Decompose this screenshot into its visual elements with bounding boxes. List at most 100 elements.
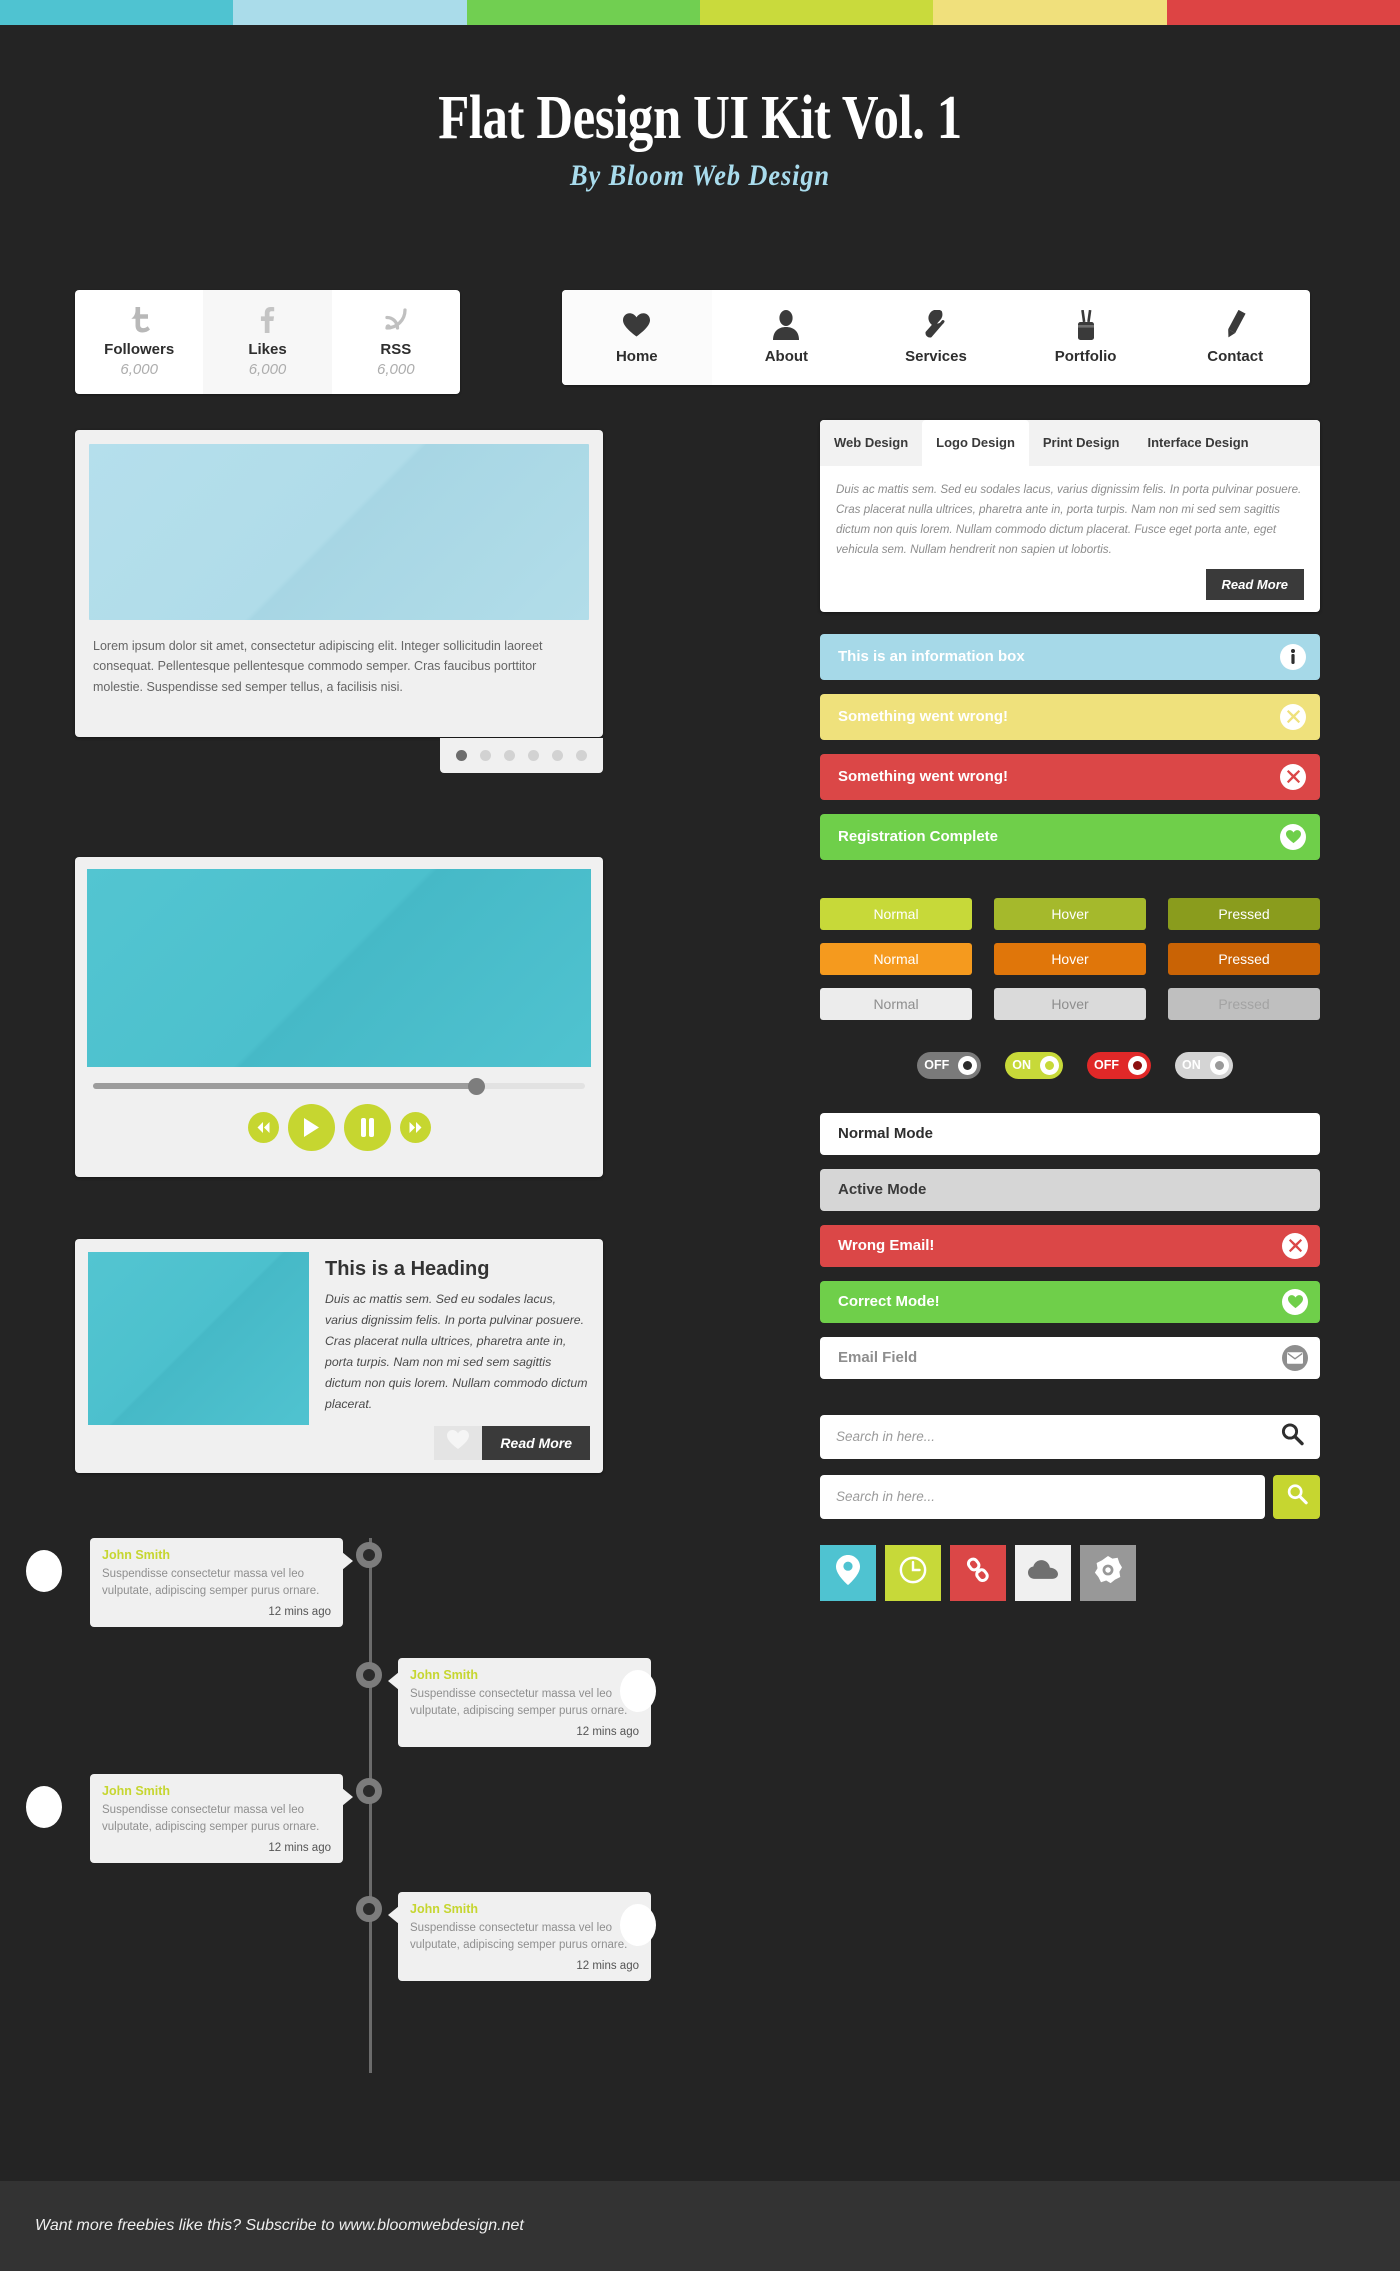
icon-tile-link[interactable]: [950, 1544, 1006, 1601]
timeline-node[interactable]: [356, 1896, 382, 1922]
toggle-label: ON: [1012, 1058, 1031, 1073]
ui-button-normal[interactable]: Normal: [820, 897, 972, 930]
alert-text: Registration Complete: [838, 828, 999, 846]
rewind-icon[interactable]: [247, 1111, 279, 1143]
search-button[interactable]: [1273, 1474, 1320, 1519]
search-icon: [1286, 1483, 1308, 1510]
form-field-normal-mode[interactable]: Normal Mode: [820, 1112, 1320, 1155]
timeline-node[interactable]: [356, 1542, 382, 1568]
form-field-active-mode[interactable]: Active Mode: [820, 1168, 1320, 1211]
carousel-dot-0[interactable]: [456, 749, 467, 761]
ui-button-pressed[interactable]: Pressed: [1168, 987, 1320, 1020]
video-progress-knob[interactable]: [467, 1077, 485, 1095]
carousel-dot-2[interactable]: [504, 749, 515, 761]
like-button[interactable]: [434, 1425, 483, 1460]
icon-tile-gear[interactable]: [1080, 1544, 1136, 1601]
timeline-timestamp: 12 mins ago: [576, 1726, 639, 1739]
carousel-dot-3[interactable]: [528, 749, 539, 761]
timeline-bubble-tail: [388, 1906, 399, 1924]
timeline-bubble-tail: [388, 1672, 399, 1690]
play-icon[interactable]: [287, 1103, 335, 1151]
pause-icon[interactable]: [343, 1103, 391, 1151]
info-icon[interactable]: [1280, 643, 1306, 670]
form-field-email-field[interactable]: Email Field: [820, 1336, 1320, 1379]
toggle-switch-off[interactable]: OFF: [917, 1051, 982, 1079]
cloud-icon: [1028, 1560, 1058, 1585]
page-header: Flat Design UI Kit Vol. 1 By Bloom Web D…: [0, 25, 1400, 193]
x-icon[interactable]: [1280, 703, 1306, 730]
ui-button-hover[interactable]: Hover: [994, 897, 1146, 930]
timeline-timestamp: 12 mins ago: [576, 1960, 639, 1973]
video-controls[interactable]: [87, 1089, 591, 1165]
tabs-row[interactable]: Web Design Logo Design Print Design Interfa…: [820, 420, 1320, 466]
icon-tile-cloud[interactable]: [1015, 1544, 1071, 1601]
icon-tiles[interactable]: [820, 1544, 1320, 1601]
map-pin-icon: [836, 1555, 860, 1590]
timeline-text: Suspendisse consectetur massa vel leo vu…: [410, 1688, 628, 1717]
search-placeholder-2: Search in here...: [836, 1489, 936, 1505]
envelope-icon[interactable]: [1282, 1344, 1308, 1371]
footer: Want more freebies like this? Subscribe …: [0, 2181, 1400, 2271]
media-read-more-button[interactable]: Read More: [482, 1425, 590, 1460]
alert-box: This is an information box: [820, 633, 1320, 680]
avatar: [620, 1904, 656, 1946]
top-color-swatch-4: [933, 0, 1167, 25]
tab-web-design[interactable]: Web Design: [820, 420, 922, 466]
footer-text: Want more freebies like this? Subscribe …: [35, 2217, 524, 2234]
toggle-label: OFF: [1094, 1058, 1119, 1073]
tabs-panel: Web Design Logo Design Print Design Interfa…: [820, 420, 1320, 612]
avatar: [620, 1670, 656, 1712]
carousel-dot-5[interactable]: [576, 749, 587, 761]
search-input-inline[interactable]: Search in here...: [820, 1414, 1320, 1459]
toggle-knob[interactable]: [1209, 1055, 1229, 1075]
heart-icon[interactable]: [1282, 1288, 1308, 1315]
x-icon[interactable]: [1282, 1232, 1308, 1259]
toggle-knob[interactable]: [958, 1055, 978, 1075]
toggle-switch-off[interactable]: OFF: [1087, 1051, 1151, 1079]
timeline-author: John Smith: [410, 1668, 479, 1682]
timeline-node[interactable]: [356, 1778, 382, 1804]
ui-button-pressed[interactable]: Pressed: [1168, 942, 1320, 975]
gear-icon: [1094, 1556, 1122, 1589]
ui-button-normal[interactable]: Normal: [820, 942, 972, 975]
search-fields[interactable]: Search in here... Search in here...: [820, 1414, 1320, 1519]
button-states-grid[interactable]: Normal Hover Pressed Normal Hover Pressed Norm…: [820, 897, 1320, 1020]
fast-forward-icon[interactable]: [399, 1111, 431, 1143]
toggle-switch-on[interactable]: ON: [1005, 1051, 1063, 1079]
alert-text: Something went wrong!: [838, 708, 1008, 726]
carousel-dot-1[interactable]: [480, 749, 491, 761]
carousel-dots[interactable]: [440, 737, 603, 773]
icon-tile-clock[interactable]: [885, 1544, 941, 1601]
form-fields[interactable]: Normal Mode Active Mode Wrong Email! Correc…: [820, 1112, 1320, 1379]
toggle-switch-on[interactable]: ON: [1175, 1051, 1233, 1079]
tabs-read-more-button[interactable]: Read More: [1205, 568, 1304, 600]
ui-button-hover[interactable]: Hover: [994, 942, 1146, 975]
tab-interface-design[interactable]: Interface Design: [1133, 420, 1262, 466]
x-icon[interactable]: [1280, 763, 1306, 790]
heart-icon[interactable]: [1280, 823, 1306, 850]
form-field-correct-mode[interactable]: Correct Mode!: [820, 1280, 1320, 1323]
tabs-body-text: Duis ac mattis sem. Sed eu sodales lacus…: [836, 483, 1302, 556]
tab-logo-design[interactable]: Logo Design: [922, 420, 1029, 466]
tab-print-design[interactable]: Print Design: [1029, 420, 1134, 466]
timeline-author: John Smith: [410, 1902, 479, 1916]
search-input-box[interactable]: Search in here...: [820, 1474, 1265, 1519]
timeline-text: Suspendisse consectetur massa vel leo vu…: [102, 1568, 320, 1597]
toggle-knob[interactable]: [1128, 1055, 1147, 1075]
search-icon[interactable]: [1280, 1422, 1304, 1451]
ui-button-pressed[interactable]: Pressed: [1168, 897, 1320, 930]
video-progress-track[interactable]: [93, 1077, 585, 1095]
form-field-wrong-email[interactable]: Wrong Email!: [820, 1224, 1320, 1267]
timeline-text: Suspendisse consectetur massa vel leo vu…: [102, 1804, 320, 1833]
alert-box: Something went wrong!: [820, 753, 1320, 800]
timeline-text: Suspendisse consectetur massa vel leo vu…: [410, 1922, 628, 1951]
carousel-dot-4[interactable]: [552, 749, 563, 761]
toggle-label: ON: [1182, 1058, 1201, 1073]
icon-tile-map-pin[interactable]: [820, 1544, 876, 1601]
timeline-node[interactable]: [356, 1662, 382, 1688]
ui-button-normal[interactable]: Normal: [820, 987, 972, 1020]
timeline-author: John Smith: [102, 1548, 171, 1562]
toggle-knob[interactable]: [1040, 1055, 1059, 1075]
toggle-switches[interactable]: OFF ON OFF ON: [820, 1051, 1320, 1079]
ui-button-hover[interactable]: Hover: [994, 987, 1146, 1020]
